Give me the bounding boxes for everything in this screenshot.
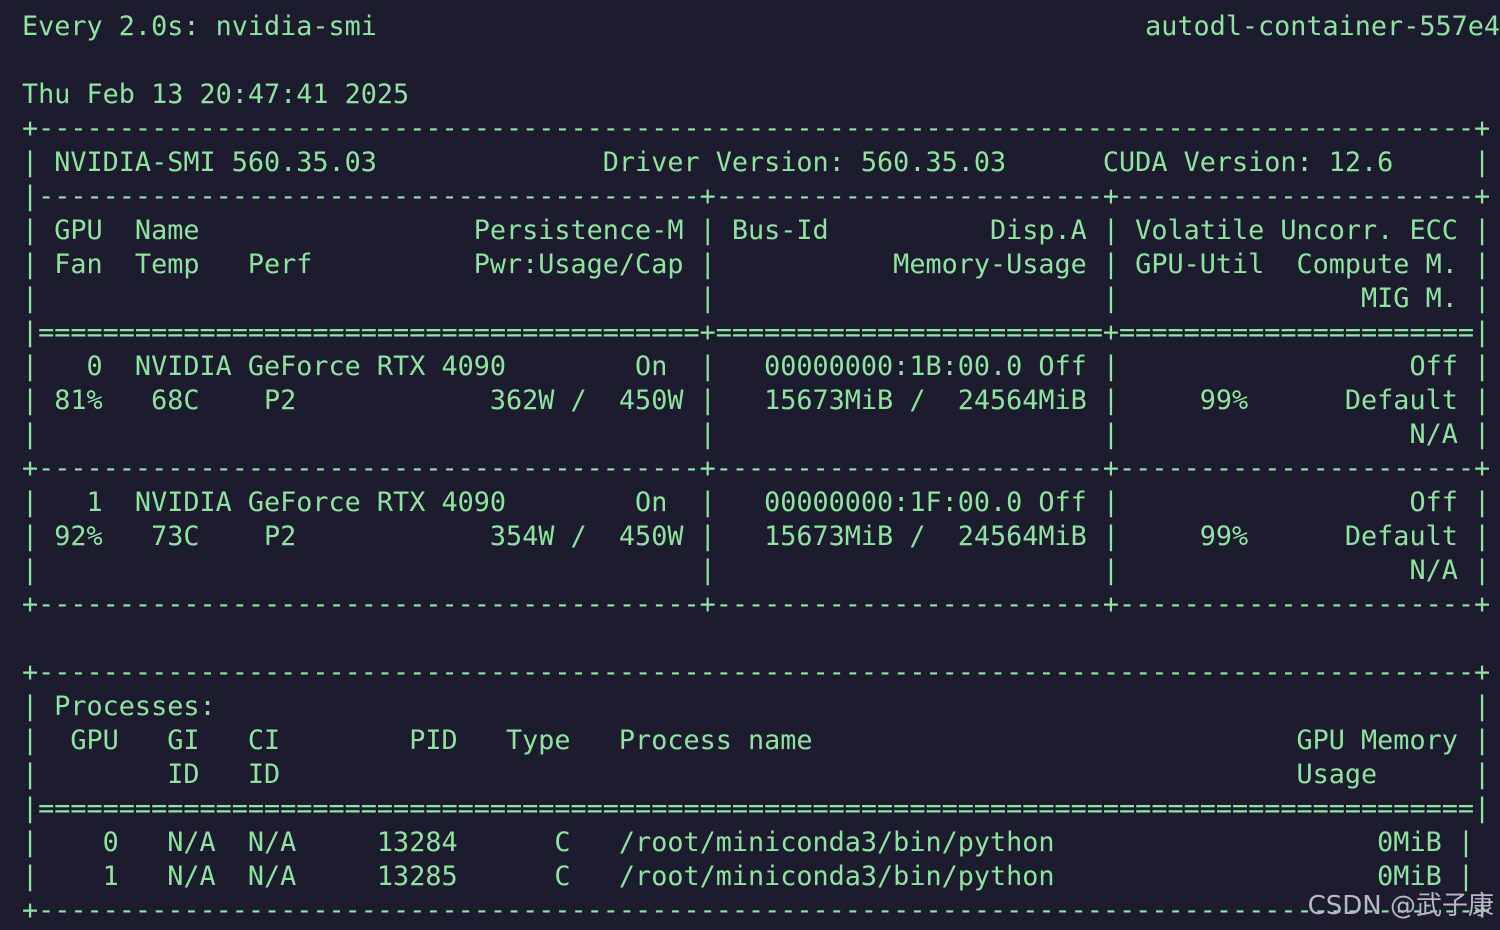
- process-row: | 1 N/A N/A 13285 C /root/miniconda3/bin…: [22, 861, 1474, 892]
- gpu-0-row-1: | 0 NVIDIA GeForce RTX 4090 On | 0000000…: [22, 351, 1491, 382]
- process-header-row-1: | GPU GI CI PID Type Process name GPU Me…: [22, 725, 1491, 756]
- gpu-table-bottom: +---------------------------------------…: [22, 589, 1491, 620]
- table-border-top: +---------------------------------------…: [22, 113, 1491, 144]
- processes-title: | Processes: |: [22, 691, 1491, 722]
- process-table-top: +---------------------------------------…: [22, 657, 1491, 688]
- gpu-1-row-3: | | | N/A |: [22, 555, 1491, 586]
- header-double-rule: |=======================================…: [22, 317, 1491, 348]
- gpu-1-row-2: | 92% 73C P2 354W / 450W | 15673MiB / 24…: [22, 521, 1491, 552]
- watermark: CSDN @武子康: [1307, 891, 1494, 922]
- gpu-0-row-2: | 81% 68C P2 362W / 450W | 15673MiB / 24…: [22, 385, 1491, 416]
- process-header-row-2: | ID ID Usage |: [22, 759, 1491, 790]
- watch-command: Every 2.0s: nvidia-smi: [22, 11, 377, 42]
- column-header-row-2: | Fan Temp Perf Pwr:Usage/Cap | Memory-U…: [22, 249, 1491, 280]
- column-header-row-3: | | | MIG M. |: [22, 283, 1491, 314]
- table-separator: |---------------------------------------…: [22, 181, 1491, 212]
- process-table-bottom: +---------------------------------------…: [22, 895, 1491, 926]
- hostname: autodl-container-557e4: [1145, 11, 1500, 42]
- process-row: | 0 N/A N/A 13284 C /root/miniconda3/bin…: [22, 827, 1474, 858]
- gpu-0-row-3: | | | N/A |: [22, 419, 1491, 450]
- timestamp: Thu Feb 13 20:47:41 2025: [22, 79, 410, 110]
- gpu-1-row-1: | 1 NVIDIA GeForce RTX 4090 On | 0000000…: [22, 487, 1491, 518]
- version-row: | NVIDIA-SMI 560.35.03 Driver Version: 5…: [22, 147, 1491, 178]
- gpu-separator: +---------------------------------------…: [22, 453, 1491, 484]
- terminal-window[interactable]: Every 2.0s: nvidia-smi autodl-container-…: [0, 0, 1500, 930]
- process-double-rule: |=======================================…: [22, 793, 1491, 824]
- column-header-row-1: | GPU Name Persistence-M | Bus-Id Disp.A…: [22, 215, 1491, 246]
